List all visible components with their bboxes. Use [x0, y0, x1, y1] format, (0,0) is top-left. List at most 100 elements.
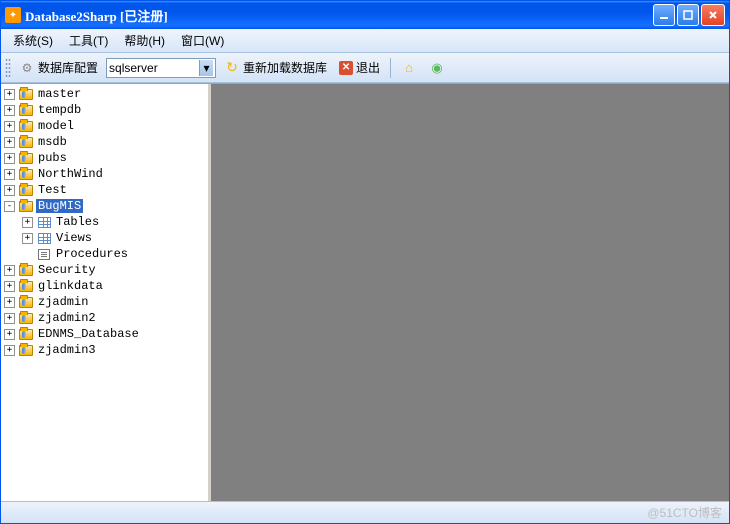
expander-icon[interactable]: +	[22, 233, 33, 244]
database-folder-icon	[18, 327, 34, 341]
tree-node-label[interactable]: Tables	[54, 215, 101, 229]
expander-icon[interactable]: +	[4, 281, 15, 292]
database-folder-icon	[18, 103, 34, 117]
menu-system[interactable]: 系统(S)	[7, 30, 59, 51]
menu-tools[interactable]: 工具(T)	[63, 30, 114, 51]
tree-node-label[interactable]: Security	[36, 263, 98, 277]
tree-node-label[interactable]: glinkdata	[36, 279, 105, 293]
gear-icon: ⚙	[19, 60, 35, 76]
expander-icon[interactable]: +	[4, 169, 15, 180]
tree-node-label[interactable]: NorthWind	[36, 167, 105, 181]
expander-icon[interactable]: +	[4, 313, 15, 324]
exit-button[interactable]: ✕ 退出	[335, 57, 384, 78]
procedure-icon	[36, 247, 52, 261]
database-folder-icon	[18, 119, 34, 133]
home-button[interactable]: ⌂	[397, 58, 421, 78]
maximize-button[interactable]	[677, 4, 699, 26]
exit-label: 退出	[356, 59, 380, 76]
tree-node-zjadmin2[interactable]: + zjadmin2	[1, 310, 208, 326]
expander-icon[interactable]: +	[4, 345, 15, 356]
tree-node-ednms_database[interactable]: + EDNMS_Database	[1, 326, 208, 342]
expander-icon[interactable]: +	[4, 105, 15, 116]
expander-icon[interactable]: +	[4, 297, 15, 308]
database-tree: + master + tempdb + model + msdb + pubs + NorthWind…	[1, 84, 208, 360]
tree-node-label[interactable]: zjadmin3	[36, 343, 98, 357]
expander-icon[interactable]: -	[4, 201, 15, 212]
close-button[interactable]	[701, 4, 725, 26]
minimize-button[interactable]	[653, 4, 675, 26]
globe-icon: ◉	[429, 60, 445, 76]
tree-node-tables[interactable]: + Tables	[1, 214, 208, 230]
statusbar	[1, 501, 729, 523]
web-button[interactable]: ◉	[425, 58, 449, 78]
home-icon: ⌂	[401, 60, 417, 76]
tree-node-pubs[interactable]: + pubs	[1, 150, 208, 166]
database-folder-icon	[18, 311, 34, 325]
refresh-icon: ↻	[224, 60, 240, 76]
database-folder-icon	[18, 343, 34, 357]
db-config-label: 数据库配置	[38, 59, 98, 76]
reload-button[interactable]: ↻ 重新加载数据库	[220, 57, 331, 78]
table-icon	[36, 231, 52, 245]
tree-node-zjadmin3[interactable]: + zjadmin3	[1, 342, 208, 358]
expander-icon[interactable]: +	[4, 137, 15, 148]
tree-node-label[interactable]: Procedures	[54, 247, 130, 261]
expander-icon[interactable]: +	[4, 153, 15, 164]
database-folder-icon	[18, 279, 34, 293]
reload-label: 重新加载数据库	[243, 59, 327, 76]
database-folder-icon	[18, 167, 34, 181]
table-icon	[36, 215, 52, 229]
menubar: 系统(S) 工具(T) 帮助(H) 窗口(W)	[1, 29, 729, 53]
mdi-area	[211, 84, 729, 501]
tree-node-northwind[interactable]: + NorthWind	[1, 166, 208, 182]
expander-icon[interactable]: +	[4, 265, 15, 276]
tree-node-label[interactable]: Views	[54, 231, 94, 245]
window-title: Database2Sharp [已注册]	[25, 6, 653, 25]
database-folder-icon	[18, 151, 34, 165]
tree-node-label[interactable]: pubs	[36, 151, 69, 165]
tree-node-procedures[interactable]: Procedures	[1, 246, 208, 262]
dropdown-arrow-icon[interactable]: ▾	[199, 60, 213, 76]
titlebar[interactable]: ✦ Database2Sharp [已注册]	[1, 1, 729, 29]
tree-node-zjadmin[interactable]: + zjadmin	[1, 294, 208, 310]
tree-node-glinkdata[interactable]: + glinkdata	[1, 278, 208, 294]
toolbar-separator	[390, 58, 391, 78]
tree-node-model[interactable]: + model	[1, 118, 208, 134]
tree-node-label[interactable]: BugMIS	[36, 199, 83, 213]
watermark: @51CTO博客	[647, 504, 722, 521]
close-icon: ✕	[339, 61, 353, 75]
tree-node-views[interactable]: + Views	[1, 230, 208, 246]
tree-node-label[interactable]: Test	[36, 183, 69, 197]
expander-icon[interactable]: +	[4, 121, 15, 132]
tree-node-label[interactable]: msdb	[36, 135, 69, 149]
database-folder-icon	[18, 263, 34, 277]
db-config-button[interactable]: ⚙ 数据库配置	[15, 57, 102, 78]
database-folder-icon	[18, 183, 34, 197]
tree-node-label[interactable]: model	[36, 119, 76, 133]
toolbar-grip[interactable]	[5, 58, 11, 78]
tree-node-master[interactable]: + master	[1, 86, 208, 102]
menu-help[interactable]: 帮助(H)	[118, 30, 171, 51]
expander-icon[interactable]: +	[22, 217, 33, 228]
tree-node-security[interactable]: + Security	[1, 262, 208, 278]
database-folder-icon	[18, 199, 34, 213]
tree-node-tempdb[interactable]: + tempdb	[1, 102, 208, 118]
db-type-input[interactable]	[109, 61, 199, 75]
tree-node-bugmis[interactable]: - BugMIS	[1, 198, 208, 214]
expander-icon[interactable]: +	[4, 185, 15, 196]
tree-node-label[interactable]: tempdb	[36, 103, 83, 117]
toolbar: ⚙ 数据库配置 ▾ ↻ 重新加载数据库 ✕ 退出 ⌂ ◉	[1, 53, 729, 83]
tree-node-test[interactable]: + Test	[1, 182, 208, 198]
expander-icon[interactable]: +	[4, 329, 15, 340]
tree-sidebar[interactable]: + master + tempdb + model + msdb + pubs + NorthWind…	[1, 84, 211, 501]
tree-node-label[interactable]: zjadmin2	[36, 311, 98, 325]
tree-node-label[interactable]: zjadmin	[36, 295, 90, 309]
tree-node-label[interactable]: EDNMS_Database	[36, 327, 141, 341]
app-window: ✦ Database2Sharp [已注册] 系统(S) 工具(T) 帮助(H)…	[0, 0, 730, 524]
tree-node-label[interactable]: master	[36, 87, 83, 101]
database-folder-icon	[18, 87, 34, 101]
tree-node-msdb[interactable]: + msdb	[1, 134, 208, 150]
menu-window[interactable]: 窗口(W)	[175, 30, 230, 51]
expander-icon[interactable]: +	[4, 89, 15, 100]
db-type-dropdown[interactable]: ▾	[106, 58, 216, 78]
